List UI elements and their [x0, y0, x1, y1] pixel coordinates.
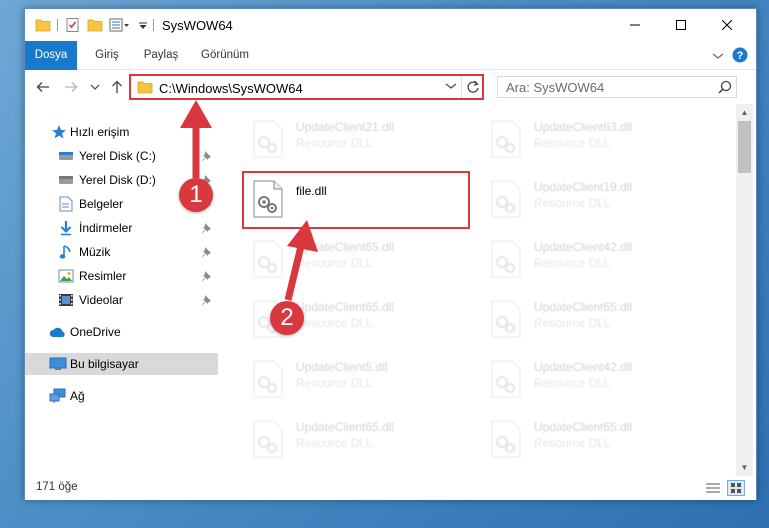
step-1-callout: 1	[179, 178, 213, 212]
step-2-callout: 2	[270, 301, 304, 335]
annotation-arrows	[180, 100, 318, 301]
